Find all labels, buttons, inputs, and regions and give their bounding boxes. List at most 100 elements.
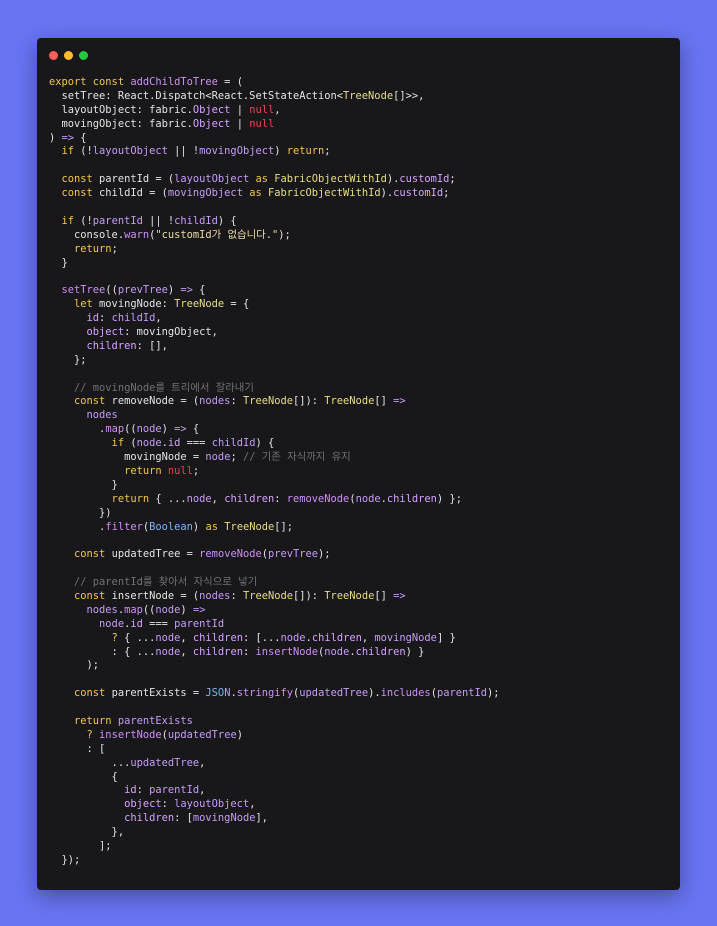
code-line: id: parentId, <box>49 784 500 798</box>
code-token: id <box>130 617 143 630</box>
code-token: || ! <box>167 145 200 158</box>
code-token: ); <box>49 659 100 672</box>
code-token: removeNode <box>111 395 175 408</box>
code-token: , <box>211 326 218 339</box>
code-token: ) <box>161 423 175 436</box>
code-token: export const <box>49 76 131 88</box>
code-line: if (!layoutObject || !movingObject) retu… <box>49 145 500 159</box>
code-token: childId <box>211 437 256 450</box>
code-line: id: childId, <box>49 312 500 326</box>
code-token: , <box>199 756 206 769</box>
code-token: ); <box>318 548 331 561</box>
code-token: => <box>61 131 75 144</box>
code-token: }); <box>49 853 81 866</box>
code-token: === <box>142 617 175 630</box>
code-token: updatedTree <box>130 756 200 769</box>
code-line: export const addChildToTree = ( <box>49 76 500 90</box>
code-token: = ( <box>217 76 243 88</box>
code-token: TreeNode <box>174 298 225 311</box>
code-line: ? { ...node, children: [...node.children… <box>49 632 500 646</box>
code-token: | <box>230 117 250 130</box>
code-token: return <box>49 464 168 477</box>
code-token: : [... <box>242 631 281 644</box>
code-token: : <box>99 312 112 325</box>
code-token: = <box>186 687 206 700</box>
code-token: node <box>155 603 181 616</box>
code-token: addChildToTree <box>130 76 218 88</box>
code-token: node <box>49 617 125 630</box>
code-token: ) <box>180 603 193 616</box>
code-line: }; <box>49 354 500 368</box>
code-token: children <box>224 492 275 505</box>
code-token: console. <box>49 228 125 241</box>
maximize-button[interactable] <box>79 51 88 60</box>
code-line: let movingNode: TreeNode = { <box>49 298 500 312</box>
code-token: null <box>249 103 275 116</box>
code-token: ; <box>230 451 243 464</box>
code-token: node <box>205 451 231 464</box>
code-line: : [ <box>49 743 500 757</box>
code-token: : [], <box>136 339 168 352</box>
code-token: : <box>136 784 150 797</box>
code-token: setTree <box>49 284 106 297</box>
code-token: childId <box>174 214 218 227</box>
code-token: nodes <box>49 409 118 422</box>
code-line: ...updatedTree, <box>49 757 500 771</box>
code-line: const parentExists = JSON.stringify(upda… <box>49 687 500 701</box>
code-token: node <box>136 423 162 436</box>
code-token: [] <box>374 395 394 408</box>
code-token: { <box>49 770 118 783</box>
code-token: ? <box>49 631 118 644</box>
code-token: []): <box>293 589 325 602</box>
code-token: node <box>186 492 212 505</box>
code-token: ) <box>236 728 243 741</box>
code-token: layoutObject <box>174 798 250 811</box>
code-token: prevTree <box>268 548 319 561</box>
code-token: (( <box>142 603 156 616</box>
code-token: const <box>49 687 112 700</box>
code-token: ) }; <box>436 492 462 505</box>
code-token: movingNode <box>192 812 256 825</box>
code-token: layoutObject <box>92 145 168 158</box>
code-token: = <box>186 451 206 464</box>
code-token: ) <box>167 284 181 297</box>
code-token: return <box>49 714 118 727</box>
code-token: as <box>242 187 268 200</box>
code-token: stringify <box>236 687 294 700</box>
code-token: insertNode <box>92 728 162 741</box>
code-token: childId <box>111 312 156 325</box>
code-token: customId <box>393 187 444 200</box>
code-token: removeNode <box>286 492 350 505</box>
code-token: ? <box>49 728 93 741</box>
code-line: children: [movingNode], <box>49 812 500 826</box>
code-token: , <box>180 631 193 644</box>
code-token: ], <box>255 812 268 825</box>
code-token: return <box>49 492 156 505</box>
code-token: children <box>311 631 362 644</box>
code-token: // movingNode를 트리에서 잘라내기 <box>49 381 254 394</box>
code-token: . <box>49 520 106 533</box>
code-token: node <box>355 492 381 505</box>
code-token: children <box>386 492 437 505</box>
code-token: FabricObjectWithId <box>274 173 387 186</box>
code-line: children: [], <box>49 340 500 354</box>
code-token: if <box>49 437 131 450</box>
minimize-button[interactable] <box>64 51 73 60</box>
code-token: parentId <box>174 617 225 630</box>
code-line: object: layoutObject, <box>49 798 500 812</box>
code-line: node.id === parentId <box>49 618 500 632</box>
close-button[interactable] <box>49 51 58 60</box>
code-token: node <box>280 631 306 644</box>
code-line: if (node.id === childId) { <box>49 437 500 451</box>
code-token: ; <box>449 173 456 186</box>
code-token: ... <box>49 756 131 769</box>
code-token: node <box>136 437 162 450</box>
code-token: if <box>49 214 81 227</box>
code-token: updatedTree <box>299 687 369 700</box>
code-window: export const addChildToTree = ( setTree:… <box>37 38 680 890</box>
code-token: // parentId를 찾아서 자식으로 넣기 <box>49 576 258 589</box>
code-token: , <box>180 645 193 658</box>
code-token: movingObject: fabric. <box>49 117 193 130</box>
code-token: ). <box>380 187 394 200</box>
